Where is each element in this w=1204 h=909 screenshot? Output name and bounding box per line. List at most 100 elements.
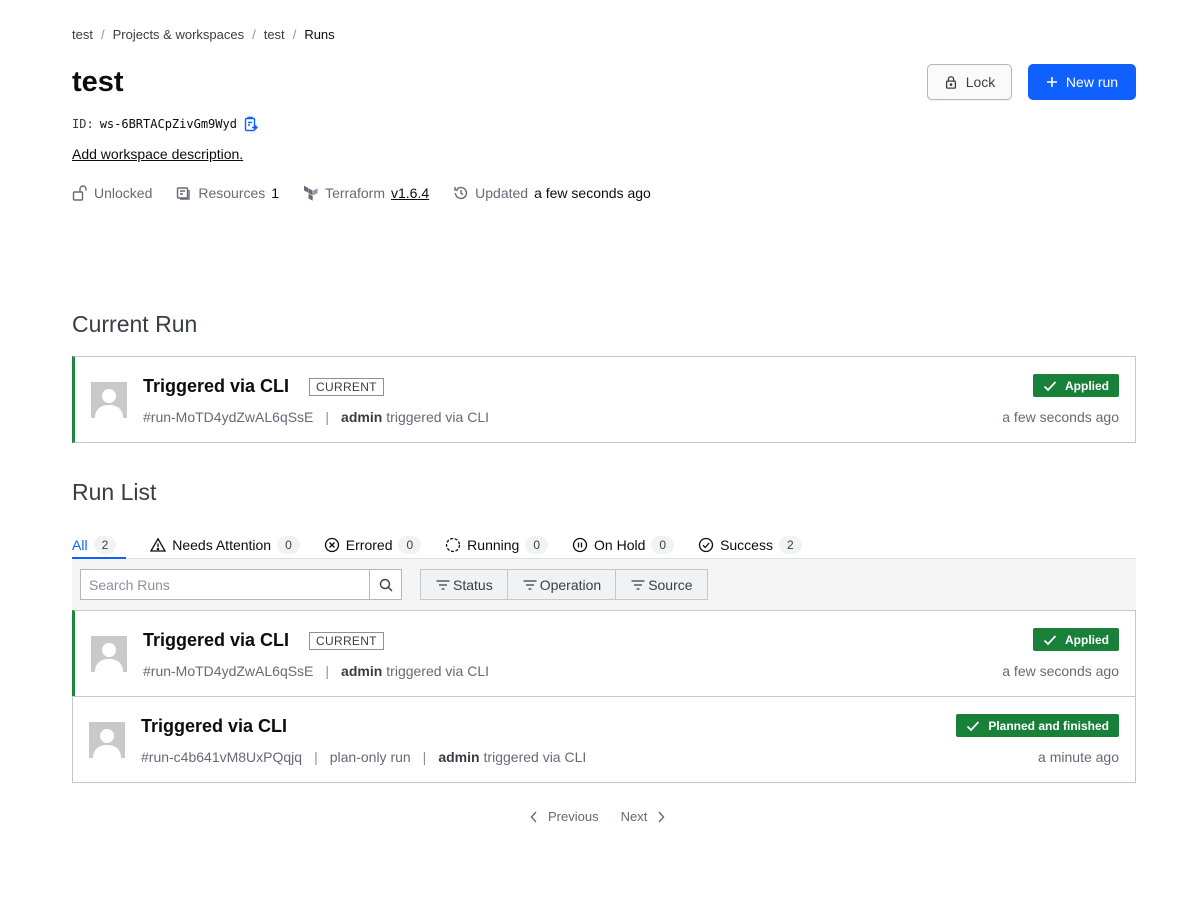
previous-label: Previous (548, 809, 599, 824)
lock-status: Unlocked (72, 185, 152, 201)
run-title-text: Triggered via CLI (143, 376, 290, 396)
breadcrumb-item-projects[interactable]: Projects & workspaces (113, 27, 245, 42)
tab-count: 2 (93, 535, 117, 554)
filter-icon (631, 579, 645, 590)
updated-time: Updated a few seconds ago (453, 185, 651, 201)
tab-label: Running (467, 536, 520, 553)
plan-only-label: plan-only run (329, 749, 411, 765)
previous-page-button[interactable]: Previous (530, 809, 599, 824)
tab-on-hold[interactable]: On Hold 0 (572, 530, 675, 559)
resources-count: Resources 1 (176, 185, 279, 201)
resources-value: 1 (271, 185, 280, 201)
run-title: Triggered via CLI CURRENT (143, 630, 384, 651)
status-badge: Applied (1033, 628, 1119, 651)
breadcrumb-item-org[interactable]: test (72, 27, 93, 42)
run-id-link[interactable]: #run-MoTD4ydZwAL6qSsE (143, 409, 313, 425)
x-circle-icon (324, 537, 339, 552)
terraform-version: Terraform v1.6.4 (303, 185, 429, 201)
new-run-button[interactable]: New run (1028, 64, 1136, 100)
run-details: #run-c4b641vM8UxPQqjq | plan-only run | … (141, 749, 587, 765)
pause-circle-icon (572, 537, 588, 552)
lock-icon (945, 76, 956, 89)
avatar (89, 722, 125, 758)
terraform-icon (304, 185, 318, 201)
status-badge-label: Applied (1065, 632, 1109, 647)
source-filter-button[interactable]: Source (616, 570, 706, 599)
run-list-item[interactable]: Triggered via CLI CURRENT #run-MoTD4ydZw… (72, 610, 1136, 697)
avatar (91, 636, 127, 672)
filter-label: Status (453, 576, 493, 593)
history-icon (454, 186, 468, 200)
tab-all[interactable]: All 2 (72, 530, 127, 560)
chevron-right-icon (658, 811, 665, 822)
new-run-button-label: New run (1065, 74, 1119, 90)
tab-needs-attention[interactable]: Needs Attention 0 (150, 530, 300, 559)
run-details: #run-MoTD4ydZwAL6qSsE | admin triggered … (143, 409, 489, 425)
terraform-version-link[interactable]: v1.6.4 (391, 185, 429, 201)
workspace-meta: Unlocked Resources 1 Terraform v1.6.4 Up… (72, 185, 675, 201)
tab-label: All (72, 536, 88, 553)
page-title: test (72, 66, 124, 98)
pagination: Previous Next (530, 809, 665, 824)
chevron-left-icon (530, 811, 537, 822)
breadcrumb: test / Projects & workspaces / test / Ru… (72, 27, 335, 42)
status-filter-button[interactable]: Status (421, 570, 508, 599)
status-badge: Applied (1033, 374, 1119, 397)
resources-icon (177, 187, 191, 200)
lock-status-text: Unlocked (94, 185, 153, 201)
search-icon (379, 578, 392, 591)
breadcrumb-separator: / (100, 27, 105, 42)
run-list-title: Run List (72, 479, 157, 505)
add-description-link[interactable]: Add workspace description. (72, 146, 243, 162)
filter-label: Operation (539, 576, 602, 593)
lock-button-label: Lock (965, 74, 996, 90)
current-badge: CURRENT (309, 377, 384, 396)
tab-count: 0 (525, 535, 549, 554)
tab-errored[interactable]: Errored 0 (324, 530, 422, 559)
run-title: Triggered via CLI CURRENT (143, 376, 384, 397)
tab-count: 0 (277, 535, 300, 554)
tab-label: Needs Attention (172, 536, 272, 553)
run-user: admin (438, 749, 480, 765)
breadcrumb-item-runs: Runs (304, 27, 335, 42)
clipboard-copy-icon[interactable] (243, 116, 259, 132)
run-title-text: Triggered via CLI (141, 716, 288, 736)
unlock-icon (72, 185, 87, 201)
workspace-id-value: ws-6BRTACpZivGm9Wyd (99, 117, 237, 131)
search-box (80, 569, 402, 600)
terraform-label: Terraform (325, 185, 385, 201)
avatar (91, 382, 127, 418)
tab-label: On Hold (594, 536, 646, 553)
search-button[interactable] (369, 570, 401, 599)
current-run-card[interactable]: Triggered via CLI CURRENT #run-MoTD4ydZw… (72, 356, 1136, 443)
run-id-link[interactable]: #run-MoTD4ydZwAL6qSsE (143, 663, 313, 679)
check-icon (1043, 380, 1057, 391)
tab-running[interactable]: Running 0 (445, 530, 549, 559)
status-badge-label: Planned and finished (988, 718, 1109, 733)
breadcrumb-separator: / (252, 27, 256, 42)
run-time: a few seconds ago (1002, 663, 1119, 679)
updated-value: a few seconds ago (534, 185, 651, 201)
run-time: a minute ago (1038, 749, 1119, 765)
running-icon (446, 537, 461, 552)
tab-label: Errored (345, 536, 393, 553)
operation-filter-button[interactable]: Operation (508, 570, 617, 599)
filter-dropdowns: Status Operation Source (420, 569, 708, 600)
updated-label: Updated (475, 185, 529, 201)
tab-success[interactable]: Success 2 (698, 530, 802, 559)
check-icon (1043, 634, 1057, 645)
run-trigger-text: triggered via CLI (483, 749, 587, 765)
run-id-link[interactable]: #run-c4b641vM8UxPQqjq (141, 749, 302, 765)
breadcrumb-separator: / (292, 27, 297, 42)
lock-button[interactable]: Lock (927, 64, 1012, 100)
current-badge: CURRENT (309, 631, 384, 650)
tab-count: 2 (778, 535, 802, 554)
search-input[interactable] (81, 570, 369, 599)
run-filter-bar: Status Operation Source (72, 559, 1136, 611)
run-list-item[interactable]: Triggered via CLI #run-c4b641vM8UxPQqjq … (72, 696, 1136, 783)
run-user: admin (341, 663, 383, 679)
next-page-button[interactable]: Next (621, 809, 666, 824)
breadcrumb-item-workspace[interactable]: test (264, 27, 285, 42)
workspace-id-label: ID: (72, 117, 94, 131)
run-trigger-text: triggered via CLI (386, 409, 489, 425)
